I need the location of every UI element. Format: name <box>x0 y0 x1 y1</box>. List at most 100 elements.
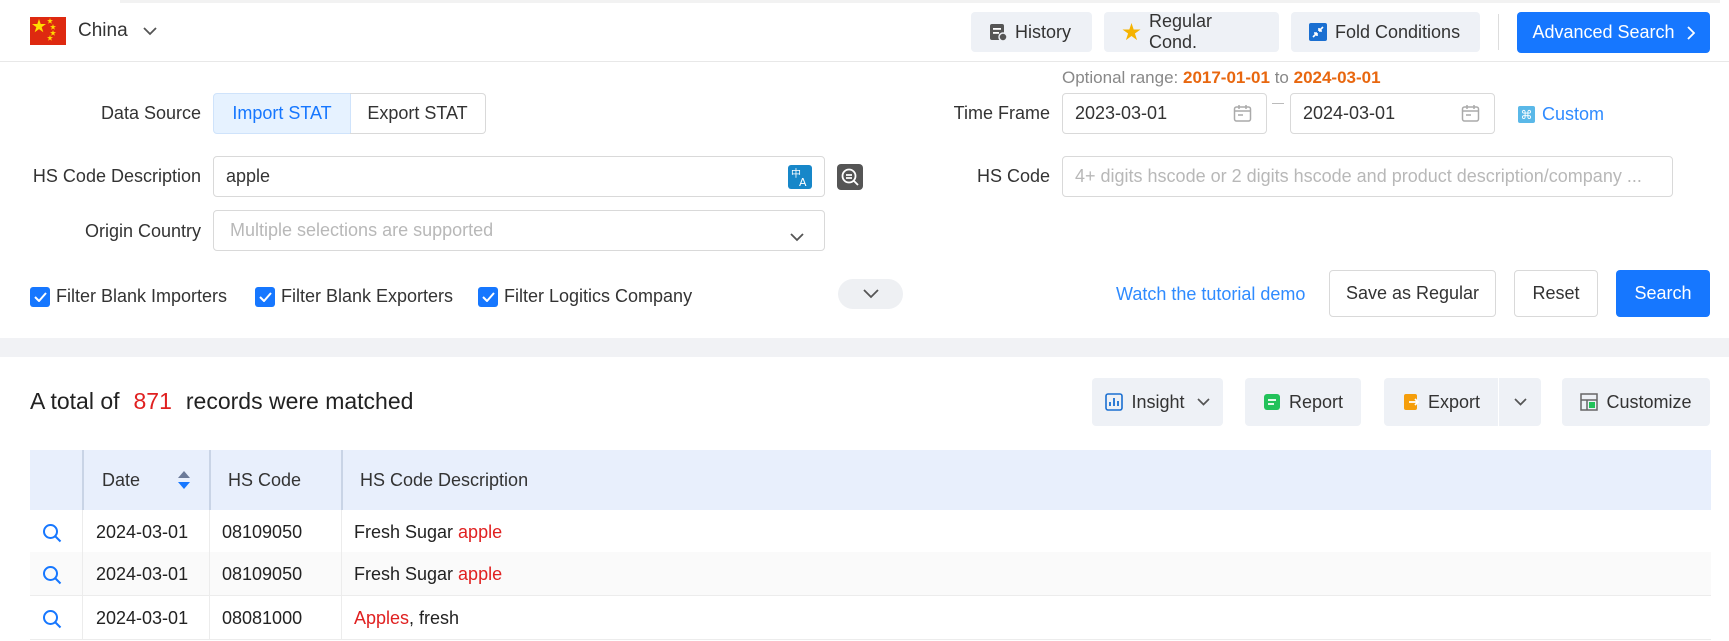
fold-icon <box>1309 23 1327 41</box>
desc-text: Fresh Sugar <box>354 521 459 542</box>
desc-highlight: apple <box>458 563 503 584</box>
chevron-down-icon <box>790 226 804 247</box>
filter-logistics-company-checkbox[interactable]: Filter Logitics Company <box>478 286 692 307</box>
svg-text:A: A <box>799 176 807 189</box>
chevron-down-icon <box>1196 398 1210 406</box>
cell-hs-desc: Fresh Sugar apple <box>354 552 502 596</box>
results-summary: A total of 871 records were matched <box>30 388 413 415</box>
hs-desc-label: HS Code Description <box>32 166 201 186</box>
advanced-search-label: Advanced Search <box>1532 22 1675 42</box>
start-date-input[interactable]: 2023-03-01 <box>1062 93 1267 134</box>
cell-hs-desc: Apples, fresh <box>354 596 459 640</box>
report-label: Report <box>1288 391 1344 412</box>
tutorial-link[interactable]: Watch the tutorial demo <box>1116 284 1305 305</box>
search-button[interactable]: Search <box>1616 270 1710 317</box>
filter-label: Filter Logitics Company <box>504 286 693 306</box>
report-icon <box>1263 393 1281 411</box>
header-divider <box>1498 14 1499 50</box>
desc-highlight: apple <box>458 521 503 542</box>
chevron-right-icon <box>1686 25 1695 40</box>
history-button[interactable]: History <box>971 12 1092 52</box>
reset-button[interactable]: Reset <box>1514 270 1598 317</box>
section-divider <box>0 338 1729 357</box>
cell-divider <box>341 510 342 554</box>
optional-range-label: Optional range: <box>1062 68 1179 87</box>
cell-date: 2024-03-01 <box>96 607 189 628</box>
cell-divider <box>341 552 342 596</box>
row-search-icon[interactable] <box>42 565 62 590</box>
advanced-search-button[interactable]: Advanced Search <box>1517 12 1710 53</box>
cell-hs-desc: Fresh Sugar apple <box>354 510 502 554</box>
time-frame-label: Time Frame <box>953 103 1050 123</box>
export-options-button[interactable] <box>1499 378 1541 426</box>
desc-text: , fresh <box>409 607 460 628</box>
regular-cond-button[interactable]: Regular Cond. <box>1104 11 1279 52</box>
china-flag-icon[interactable] <box>30 17 66 45</box>
import-stat-option[interactable]: Import STAT <box>213 93 351 134</box>
chevron-down-icon <box>862 289 879 299</box>
expand-filters-button[interactable] <box>838 279 903 309</box>
data-source-label: Data Source <box>100 103 201 123</box>
table-row[interactable]: 2024-03-01 08081000 Apples, fresh <box>30 596 1711 640</box>
origin-country-select[interactable]: Multiple selections are supported <box>213 210 825 251</box>
cell-divider <box>209 552 210 596</box>
fold-conditions-button[interactable]: Fold Conditions <box>1291 12 1480 52</box>
history-icon <box>989 23 1007 41</box>
table-row[interactable]: 2024-03-01 08109050 Fresh Sugar apple <box>30 552 1711 596</box>
cell-divider <box>341 596 342 640</box>
column-divider <box>82 450 84 510</box>
custom-range-button[interactable]: ⌘ Custom <box>1518 104 1604 125</box>
table-row[interactable]: 2024-03-01 08109050 Fresh Sugar apple <box>30 510 1711 554</box>
start-date-value: 2023-03-01 <box>1075 103 1168 123</box>
optional-range: Optional range: 2017-01-01 to 2024-03-01 <box>1062 68 1381 88</box>
fold-conditions-label: Fold Conditions <box>1335 21 1461 42</box>
chevron-down-icon <box>1513 398 1527 406</box>
results-prefix: A total of <box>30 388 120 414</box>
country-selector[interactable]: China <box>78 20 157 42</box>
column-divider <box>209 450 211 510</box>
column-header-hs-code[interactable]: HS Code <box>228 450 328 510</box>
end-date-value: 2024-03-01 <box>1303 103 1396 123</box>
cell-hs-code: 08081000 <box>222 607 303 628</box>
hs-code-placeholder: 4+ digits hscode or 2 digits hscode and … <box>1075 166 1642 186</box>
checkmark-icon <box>478 286 498 307</box>
hs-code-input[interactable]: 4+ digits hscode or 2 digits hscode and … <box>1062 156 1673 197</box>
calendar-icon <box>1233 104 1252 128</box>
insight-icon <box>1105 393 1124 411</box>
results-count: 871 <box>133 388 172 414</box>
export-stat-option[interactable]: Export STAT <box>350 93 486 134</box>
cell-divider <box>209 596 210 640</box>
column-header-date[interactable]: Date <box>102 450 207 510</box>
origin-country-label: Origin Country <box>84 221 201 241</box>
cell-divider <box>209 510 210 554</box>
desc-text: Fresh Sugar <box>354 563 459 584</box>
export-label: Export <box>1427 391 1481 412</box>
export-icon <box>1402 393 1420 411</box>
insight-label: Insight <box>1131 391 1185 412</box>
translate-icon[interactable]: 中A <box>788 165 812 194</box>
export-button[interactable]: Export <box>1384 378 1498 426</box>
column-header-hs-desc[interactable]: HS Code Description <box>360 450 660 510</box>
filter-blank-exporters-checkbox[interactable]: Filter Blank Exporters <box>255 286 453 307</box>
sort-icon[interactable] <box>177 470 191 495</box>
checkmark-icon <box>255 286 275 307</box>
column-date-label: Date <box>102 469 141 490</box>
search-settings-icon[interactable] <box>837 164 863 195</box>
customize-icon <box>1580 393 1599 411</box>
command-icon: ⌘ <box>1518 106 1535 123</box>
filter-blank-importers-checkbox[interactable]: Filter Blank Importers <box>30 286 227 307</box>
save-as-regular-button[interactable]: Save as Regular <box>1329 270 1496 317</box>
report-button[interactable]: Report <box>1245 378 1361 426</box>
row-search-icon[interactable] <box>42 523 62 548</box>
checkmark-icon <box>30 286 50 307</box>
regular-cond-label: Regular Cond. <box>1149 11 1213 52</box>
range-to-word: to <box>1274 68 1289 87</box>
date-range-dash <box>1272 103 1284 104</box>
row-search-icon[interactable] <box>42 609 62 634</box>
end-date-input[interactable]: 2024-03-01 <box>1290 93 1495 134</box>
range-start: 2017-01-01 <box>1182 68 1270 87</box>
insight-button[interactable]: Insight <box>1092 378 1223 426</box>
hs-desc-input[interactable]: apple 中A <box>213 156 825 197</box>
customize-button[interactable]: Customize <box>1562 378 1710 426</box>
results-suffix: records were matched <box>185 388 414 414</box>
